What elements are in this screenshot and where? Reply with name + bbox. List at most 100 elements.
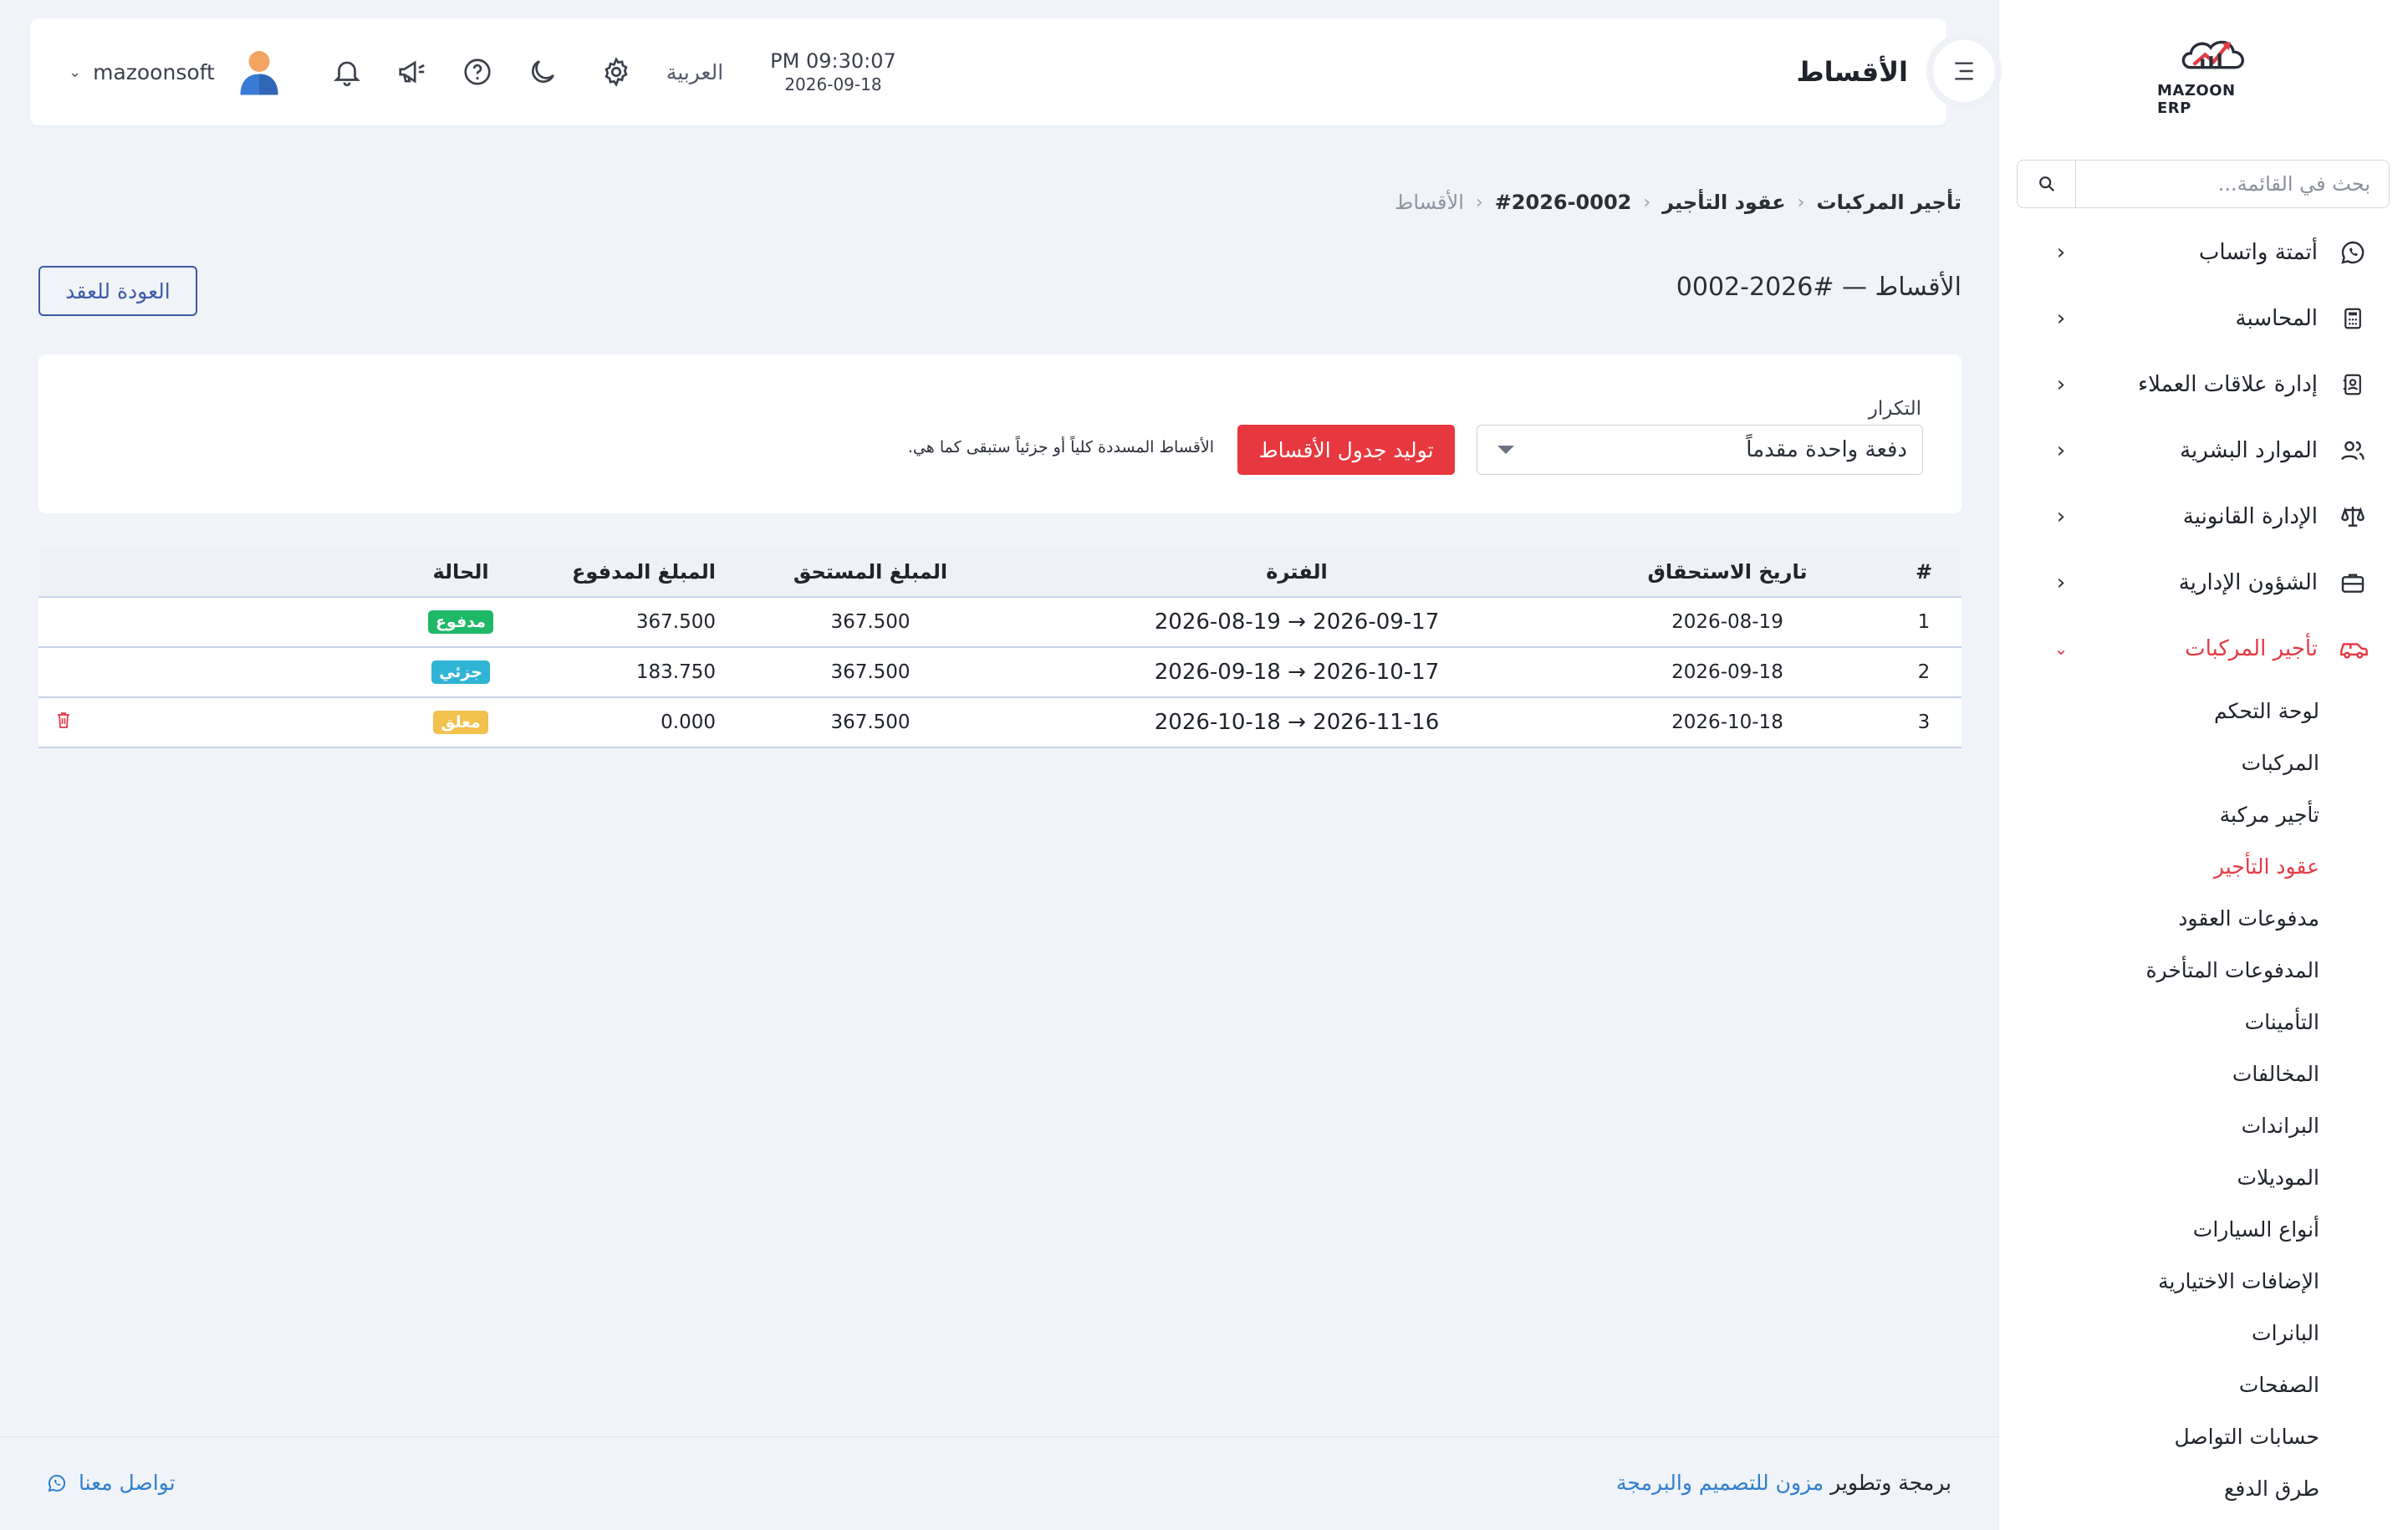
page-title: الأقساط — #2026-0002 [1676, 273, 1962, 302]
sidebar-subitem[interactable]: أنواع السيارات [1999, 1203, 2408, 1255]
table-row: 3 2026-10-18 2026-10-18 → 2026-11-16 367… [38, 697, 1962, 747]
car-icon [2338, 634, 2368, 664]
sidebar-subitem[interactable]: مدفوعات العقود [1999, 892, 2408, 944]
avatar [240, 51, 278, 95]
cell-amount-due: 367.500 [830, 661, 911, 683]
user-menu[interactable]: ⌄ mazoonsoft [69, 48, 280, 95]
generate-schedule-button[interactable]: توليد جدول الأقساط [1237, 425, 1455, 475]
cell-num: 2 [1917, 661, 1931, 683]
sidebar-subitem[interactable]: لوحة التحكم [1999, 685, 2408, 737]
cell-actions [38, 597, 398, 647]
breadcrumb-item[interactable]: عقود التأجير [1662, 191, 1785, 214]
sidebar-item-vehicle-rental[interactable]: تأجير المركبات ⌄ [1999, 615, 2408, 681]
cell-amount-due: 367.500 [830, 611, 911, 633]
contact-link[interactable]: تواصل معنا [47, 1471, 176, 1495]
username: mazoonsoft [93, 59, 215, 84]
chevron-left-icon: ‹ [2056, 371, 2066, 397]
schedule-form-card: التكرار دفعة واحدة مقدماً توليد جدول الأ… [38, 354, 1962, 513]
whatsapp-icon [2338, 237, 2368, 268]
sidebar-subitem[interactable]: المدفوعات المتأخرة [1999, 944, 2408, 996]
moon-icon[interactable] [526, 55, 559, 89]
footer-prefix: برمجة وتطوير [1830, 1471, 1951, 1495]
logo[interactable]: MAZOON ERP [2157, 33, 2274, 117]
breadcrumb-item[interactable]: #2026-0002 [1495, 191, 1632, 214]
frequency-label: التكرار [1868, 398, 1921, 420]
cell-due-date: 2026-10-18 [1671, 711, 1783, 733]
sidebar-item-label: الموارد البشرية [2180, 437, 2318, 463]
breadcrumb-item[interactable]: تأجير المركبات [1816, 191, 1962, 214]
search-icon[interactable] [2018, 161, 2076, 207]
sidebar-subitem[interactable]: تأجير مركبة [1999, 788, 2408, 840]
whatsapp-icon [47, 1473, 67, 1493]
clock-date: 2026-09-18 [784, 74, 882, 94]
menu-icon [1955, 62, 1973, 80]
cell-status: جزئي [398, 647, 523, 697]
cell-num: 3 [1917, 711, 1931, 733]
installments-table-wrap: # تاريخ الاستحقاق الفترة المبلغ المستحق … [38, 547, 1962, 748]
period-text: 2026-08-19 → 2026-09-17 [1154, 609, 1440, 635]
col-header-status: الحالة [432, 559, 489, 584]
cell-amount-paid: 183.750 [635, 661, 716, 683]
logo-text: MAZOON ERP [2157, 82, 2236, 117]
cell-due-date: 2026-08-19 [1671, 611, 1783, 633]
sidebar-subnav: لوحة التحكم المركبات تأجير مركبة عقود ال… [1999, 681, 2408, 1514]
sidebar-subitem[interactable]: الموديلات [1999, 1151, 2408, 1203]
contacts-icon [2338, 370, 2368, 400]
cell-actions [38, 647, 398, 697]
sidebar-subitem[interactable]: التأمينات [1999, 996, 2408, 1048]
sidebar-subitem[interactable]: البراندات [1999, 1099, 2408, 1151]
header-toolbar: ⌄ mazoonsoft العربية PM 09:30:07 2026-09… [69, 18, 896, 125]
sidebar-subitem[interactable]: حسابات التواصل [1999, 1410, 2408, 1462]
cell-period: 2026-09-18 → 2026-10-17 [1025, 647, 1569, 697]
col-header-num: # [1915, 559, 1933, 584]
footer-company-link[interactable]: مزون للتصميم والبرمجة [1616, 1471, 1824, 1495]
back-to-contract-button[interactable]: العودة للعقد [38, 266, 197, 316]
clock: PM 09:30:07 2026-09-18 [770, 49, 896, 94]
sidebar-item-hr[interactable]: الموارد البشرية ‹ [1999, 417, 2408, 483]
sidebar-item-crm[interactable]: إدارة علاقات العملاء ‹ [1999, 351, 2408, 417]
help-icon[interactable] [461, 55, 494, 89]
bell-icon[interactable] [330, 55, 364, 89]
gear-icon[interactable] [599, 55, 633, 89]
period-text: 2026-09-18 → 2026-10-17 [1154, 660, 1440, 685]
chevron-left-icon: ‹ [1797, 191, 1805, 213]
cell-status: معلق [398, 697, 523, 747]
sidebar-item-label: الشؤون الإدارية [2178, 569, 2318, 595]
cell-num: 1 [1917, 611, 1931, 633]
users-icon [2338, 436, 2368, 466]
sidebar-subitem[interactable]: المخالفات [1999, 1048, 2408, 1099]
sidebar-item-label: أتمتة واتساب [2198, 239, 2318, 265]
cell-amount-paid: 0.000 [661, 711, 716, 733]
cell-amount-paid: 367.500 [635, 611, 716, 633]
sidebar-subitem[interactable]: طرق الدفع [1999, 1462, 2408, 1514]
sidebar-item-label: تأجير المركبات [2185, 635, 2318, 661]
sidebar-item-label: المحاسبة [2235, 305, 2318, 331]
table-header-row: # تاريخ الاستحقاق الفترة المبلغ المستحق … [38, 547, 1962, 597]
sidebar: MAZOON ERP أتمتة واتساب ‹ المحاسبة ‹ إدا [1998, 0, 2408, 1530]
language-switch[interactable]: العربية [666, 60, 723, 84]
sidebar-toggle-button[interactable] [1926, 33, 2002, 109]
sidebar-item-legal[interactable]: الإدارة القانونية ‹ [1999, 483, 2408, 549]
megaphone-icon[interactable] [395, 55, 429, 89]
contact-label: تواصل معنا [79, 1471, 176, 1495]
chevron-left-icon: ‹ [2056, 503, 2066, 529]
sidebar-subitem-active[interactable]: عقود التأجير [1999, 840, 2408, 892]
sidebar-search-input[interactable] [2076, 161, 2389, 207]
schedule-note: الأقساط المسددة كلياً أو جزئياً ستبقى كم… [907, 438, 1214, 456]
sidebar-item-whatsapp[interactable]: أتمتة واتساب ‹ [1999, 219, 2408, 285]
sidebar-subitem[interactable]: الإضافات الاختيارية [1999, 1255, 2408, 1307]
status-badge: معلق [433, 711, 488, 734]
footer-credit: برمجة وتطوير مزون للتصميم والبرمجة [1616, 1471, 1951, 1495]
trash-icon[interactable] [54, 711, 72, 731]
chevron-down-icon: ⌄ [69, 63, 82, 81]
sidebar-item-accounting[interactable]: المحاسبة ‹ [1999, 285, 2408, 351]
sidebar-subitem[interactable]: البانرات [1999, 1307, 2408, 1359]
sidebar-subitem[interactable]: المركبات [1999, 737, 2408, 788]
chevron-left-icon: ‹ [2056, 569, 2066, 595]
sidebar-item-admin[interactable]: الشؤون الإدارية ‹ [1999, 549, 2408, 615]
breadcrumb-current: الأقساط [1395, 191, 1464, 214]
calculator-icon [2338, 303, 2368, 334]
logo-icon [2181, 40, 2244, 69]
frequency-select[interactable]: دفعة واحدة مقدماً [1477, 425, 1923, 475]
sidebar-subitem[interactable]: الصفحات [1999, 1359, 2408, 1410]
